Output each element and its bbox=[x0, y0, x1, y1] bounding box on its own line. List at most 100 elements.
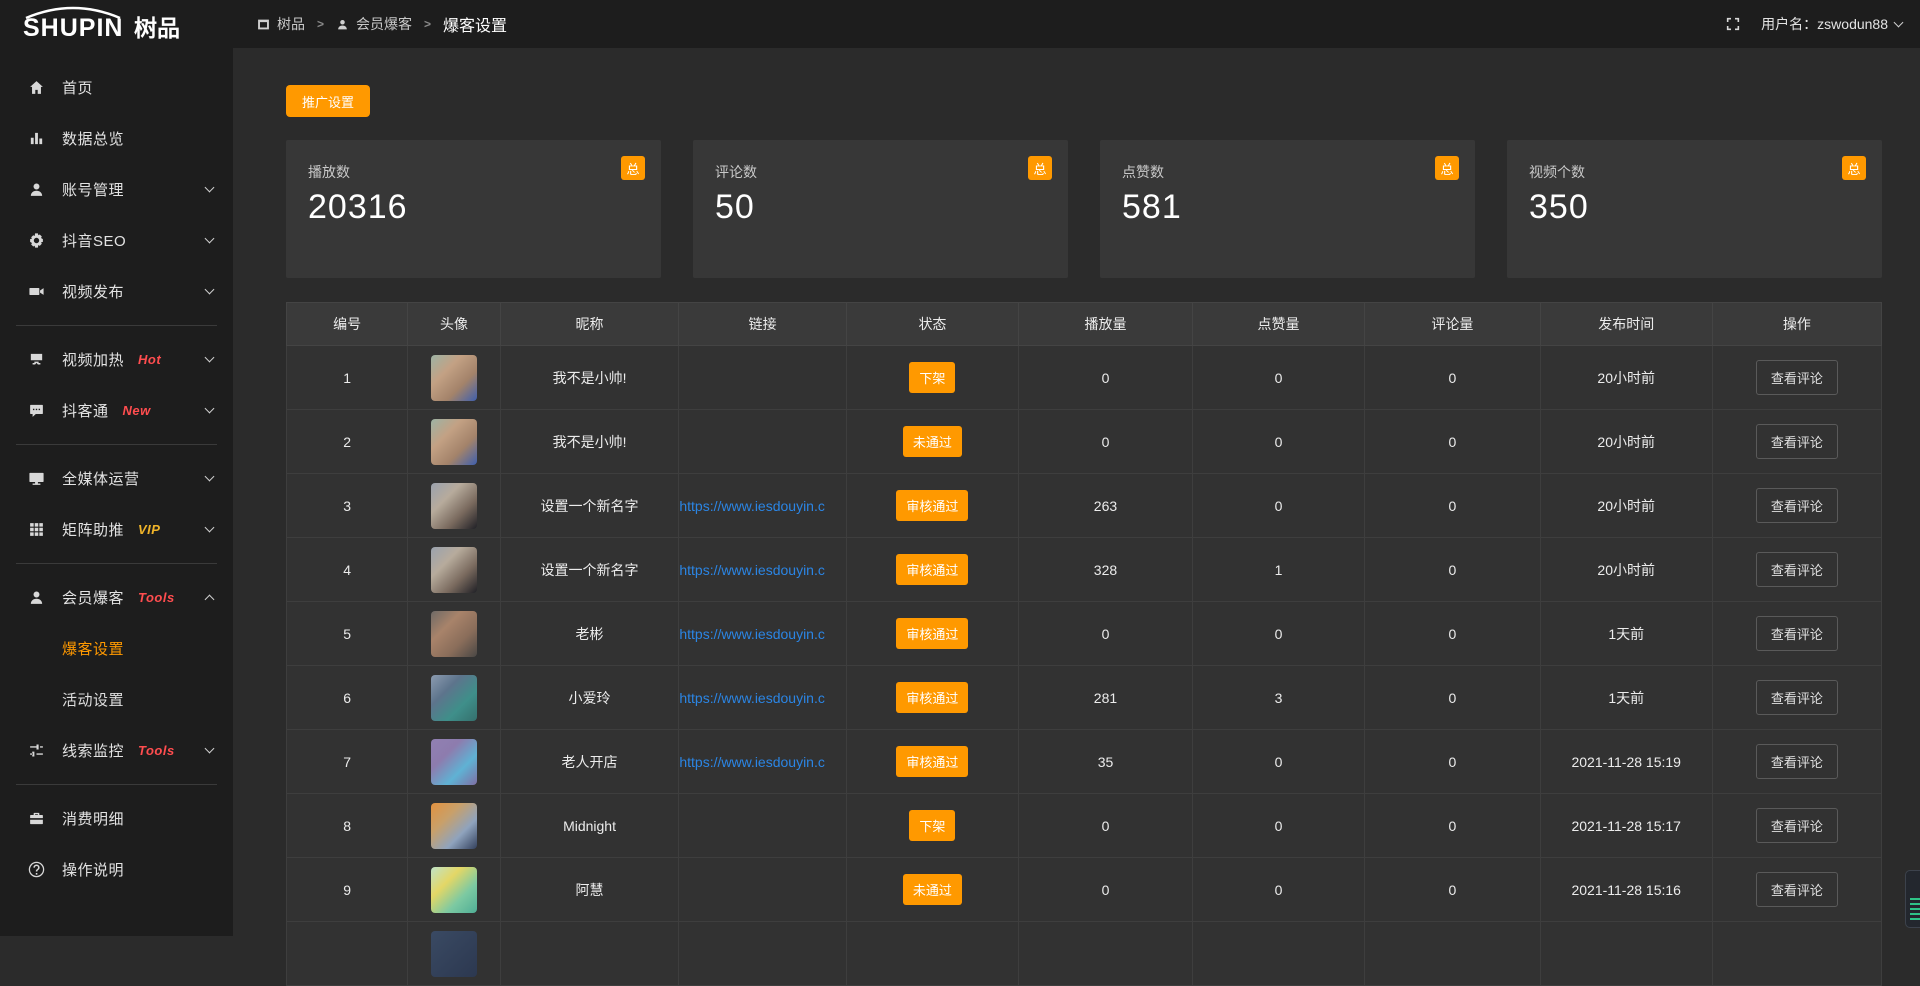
stripe bbox=[1910, 903, 1920, 905]
cell-link bbox=[679, 922, 846, 986]
sidebar-item-video-heat[interactable]: 视频加热Hot bbox=[0, 334, 233, 385]
sidebar-item-douyin-seo[interactable]: 抖音SEO bbox=[0, 215, 233, 266]
video-link[interactable]: https://www.iesdouyin.c bbox=[679, 626, 845, 642]
video-icon bbox=[27, 283, 46, 300]
stat-label: 播放数 bbox=[308, 162, 639, 182]
promotion-settings-button[interactable]: 推广设置 bbox=[286, 85, 370, 117]
monitor-icon bbox=[27, 470, 46, 487]
view-comments-button[interactable]: 查看评论 bbox=[1756, 488, 1838, 523]
video-link[interactable]: https://www.iesdouyin.c bbox=[679, 690, 845, 706]
sidebar-item-operation-guide[interactable]: 操作说明 bbox=[0, 844, 233, 895]
table-row: 1我不是小帅!下架00020小时前查看评论 bbox=[287, 346, 1882, 410]
cell-publish-time bbox=[1540, 922, 1712, 986]
sidebar-item-tag: VIP bbox=[138, 522, 160, 537]
view-comments-button[interactable]: 查看评论 bbox=[1756, 360, 1838, 395]
view-comments-button[interactable]: 查看评论 bbox=[1756, 680, 1838, 715]
sidebar-item-activity-settings[interactable]: 活动设置 bbox=[0, 674, 233, 725]
chevron-down-icon bbox=[205, 353, 215, 363]
cell-plays: 0 bbox=[1019, 858, 1193, 922]
video-link[interactable]: https://www.iesdouyin.c bbox=[679, 754, 845, 770]
cell-nickname: 老彬 bbox=[500, 602, 679, 666]
sidebar-item-baoke-settings[interactable]: 爆客设置 bbox=[0, 623, 233, 674]
table-row: 9阿慧未通过0002021-11-28 15:16查看评论 bbox=[287, 858, 1882, 922]
cell-status: 审核通过 bbox=[846, 730, 1018, 794]
cell-nickname bbox=[500, 922, 679, 986]
status-button[interactable]: 审核通过 bbox=[896, 554, 968, 585]
sidebar-divider bbox=[16, 784, 217, 785]
status-button[interactable]: 下架 bbox=[909, 810, 955, 841]
sidebar-item-account-manage[interactable]: 账号管理 bbox=[0, 164, 233, 215]
breadcrumb-item-shupin[interactable]: 树品 bbox=[257, 14, 305, 34]
cell-plays: 0 bbox=[1019, 794, 1193, 858]
cell-action: 查看评论 bbox=[1712, 474, 1881, 538]
sliders-icon bbox=[27, 742, 46, 759]
sidebar-item-label: 首页 bbox=[62, 77, 93, 98]
cell-avatar bbox=[408, 602, 501, 666]
app-logo[interactable]: SHUPIN 树品 bbox=[0, 6, 233, 42]
cell-status: 审核通过 bbox=[846, 474, 1018, 538]
status-button[interactable]: 审核通过 bbox=[896, 618, 968, 649]
floating-widget[interactable] bbox=[1905, 870, 1920, 928]
chevron-up-icon bbox=[205, 595, 215, 605]
cell-status: 下架 bbox=[846, 346, 1018, 410]
table-header-row: 编号头像昵称链接状态播放量点赞量评论量发布时间操作 bbox=[287, 303, 1882, 346]
breadcrumb-item-member-baoke[interactable]: 会员爆客 bbox=[336, 14, 412, 34]
cell-status: 未通过 bbox=[846, 410, 1018, 474]
view-comments-button[interactable]: 查看评论 bbox=[1756, 424, 1838, 459]
view-comments-button[interactable]: 查看评论 bbox=[1756, 552, 1838, 587]
status-button[interactable]: 下架 bbox=[909, 362, 955, 393]
cell-publish-time: 2021-11-28 15:19 bbox=[1540, 730, 1712, 794]
table-row: 2我不是小帅!未通过00020小时前查看评论 bbox=[287, 410, 1882, 474]
chevron-down-icon bbox=[205, 523, 215, 533]
sidebar-item-label: 会员爆客 bbox=[62, 587, 124, 608]
view-comments-button[interactable]: 查看评论 bbox=[1756, 616, 1838, 651]
chart-icon bbox=[27, 130, 46, 147]
status-button[interactable]: 审核通过 bbox=[896, 682, 968, 713]
sidebar-item-consume-detail[interactable]: 消费明细 bbox=[0, 793, 233, 844]
sidebar-item-matrix-boost[interactable]: 矩阵助推VIP bbox=[0, 504, 233, 555]
cell-index bbox=[287, 922, 408, 986]
sidebar-item-member-baoke[interactable]: 会员爆客Tools bbox=[0, 572, 233, 623]
stat-value: 581 bbox=[1122, 188, 1453, 227]
cell-likes: 0 bbox=[1192, 346, 1364, 410]
cell-publish-time: 2021-11-28 15:16 bbox=[1540, 858, 1712, 922]
sidebar-item-label: 数据总览 bbox=[62, 128, 124, 149]
column-header: 播放量 bbox=[1019, 303, 1193, 346]
video-link[interactable]: https://www.iesdouyin.c bbox=[679, 498, 845, 514]
cell-nickname: 小爱玲 bbox=[500, 666, 679, 730]
sidebar-item-label: 视频加热 bbox=[62, 349, 124, 370]
cell-publish-time: 20小时前 bbox=[1540, 538, 1712, 602]
stripe bbox=[1910, 898, 1920, 900]
avatar bbox=[431, 675, 477, 721]
cell-comments: 0 bbox=[1365, 858, 1540, 922]
sidebar-item-label: 账号管理 bbox=[62, 179, 124, 200]
cell-comments: 0 bbox=[1365, 410, 1540, 474]
cell-avatar bbox=[408, 538, 501, 602]
sidebar-item-clue-monitor[interactable]: 线索监控Tools bbox=[0, 725, 233, 776]
cell-link bbox=[679, 346, 846, 410]
view-comments-button[interactable]: 查看评论 bbox=[1756, 744, 1838, 779]
sidebar-item-media-operation[interactable]: 全媒体运营 bbox=[0, 453, 233, 504]
video-link[interactable]: https://www.iesdouyin.c bbox=[679, 562, 845, 578]
sidebar-item-label: 操作说明 bbox=[62, 859, 124, 880]
table-row: 4设置一个新名字https://www.iesdouyin.c审核通过32810… bbox=[287, 538, 1882, 602]
cell-status: 审核通过 bbox=[846, 538, 1018, 602]
status-button[interactable]: 审核通过 bbox=[896, 490, 968, 521]
sidebar-item-tag: Tools bbox=[138, 743, 175, 758]
status-button[interactable]: 未通过 bbox=[903, 426, 962, 457]
sidebar-item-douketong[interactable]: 抖客通New bbox=[0, 385, 233, 436]
sidebar-item-video-publish[interactable]: 视频发布 bbox=[0, 266, 233, 317]
sidebar-item-data-overview[interactable]: 数据总览 bbox=[0, 113, 233, 164]
cell-avatar bbox=[408, 794, 501, 858]
stat-total-badge: 总 bbox=[1435, 156, 1459, 180]
fullscreen-icon[interactable] bbox=[1725, 16, 1741, 32]
view-comments-button[interactable]: 查看评论 bbox=[1756, 808, 1838, 843]
topbar-right: 用户名：zswodun88 bbox=[1725, 14, 1902, 34]
cell-comments: 0 bbox=[1365, 730, 1540, 794]
status-button[interactable]: 未通过 bbox=[903, 874, 962, 905]
user-icon bbox=[27, 589, 46, 606]
sidebar-item-home[interactable]: 首页 bbox=[0, 62, 233, 113]
view-comments-button[interactable]: 查看评论 bbox=[1756, 872, 1838, 907]
status-button[interactable]: 审核通过 bbox=[896, 746, 968, 777]
user-menu[interactable]: 用户名：zswodun88 bbox=[1761, 14, 1902, 34]
